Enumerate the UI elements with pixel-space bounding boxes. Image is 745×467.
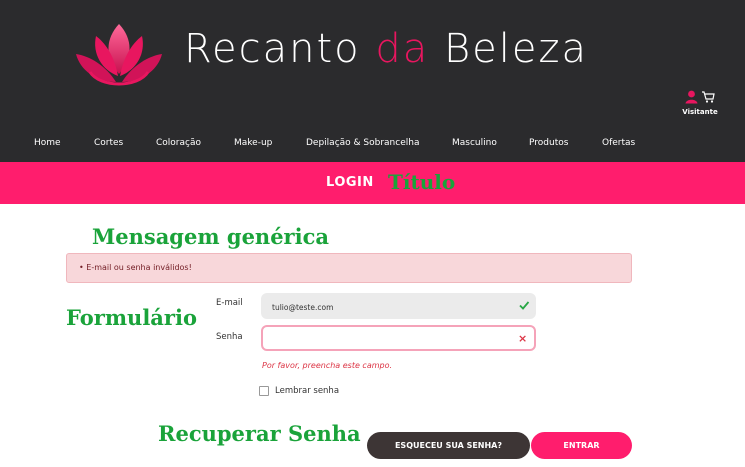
password-error: Por favor, preencha este campo. bbox=[262, 361, 393, 370]
page-title: LOGIN bbox=[326, 175, 374, 190]
site-header: Recanto da Beleza Visitante Home Cortes … bbox=[0, 0, 745, 162]
user-menu[interactable]: Visitante bbox=[676, 90, 724, 122]
remember-label[interactable]: Lembrar senha bbox=[275, 386, 339, 396]
user-icon[interactable] bbox=[685, 90, 698, 104]
nav-item-coloracao[interactable]: Coloração bbox=[156, 138, 201, 148]
login-button[interactable]: ENTRAR bbox=[531, 432, 632, 459]
brand-part-3: Beleza bbox=[429, 26, 588, 72]
email-label: E-mail bbox=[216, 298, 243, 308]
remember-checkbox[interactable] bbox=[259, 386, 269, 396]
email-value: tulio@teste.com bbox=[272, 303, 334, 312]
brand-part-1: Recanto bbox=[184, 26, 376, 72]
lotus-logo-icon[interactable] bbox=[74, 18, 164, 94]
alert-message: • E-mail ou senha inválidos! bbox=[79, 263, 192, 272]
email-field[interactable]: tulio@teste.com bbox=[261, 293, 536, 319]
nav-item-make-up[interactable]: Make-up bbox=[234, 138, 272, 148]
error-x-icon: × bbox=[518, 332, 528, 345]
forgot-password-button[interactable]: ESQUECEU SUA SENHA? bbox=[367, 432, 530, 459]
nav-item-produtos[interactable]: Produtos bbox=[529, 138, 568, 148]
nav-item-depilacao[interactable]: Depilação & Sobrancelha bbox=[306, 138, 419, 148]
annotation-title: Título bbox=[388, 170, 456, 194]
cart-icon[interactable] bbox=[701, 90, 715, 104]
nav-item-ofertas[interactable]: Ofertas bbox=[602, 138, 635, 148]
annotation-message: Mensagem genérica bbox=[92, 224, 329, 249]
password-field[interactable] bbox=[261, 325, 536, 351]
error-alert: • E-mail ou senha inválidos! bbox=[66, 253, 632, 283]
nav-item-home[interactable]: Home bbox=[34, 138, 61, 148]
user-label: Visitante bbox=[682, 108, 718, 116]
nav-item-masculino[interactable]: Masculino bbox=[452, 138, 497, 148]
check-icon bbox=[519, 301, 530, 310]
brand-part-2: da bbox=[375, 26, 430, 72]
password-label: Senha bbox=[216, 332, 243, 342]
main-nav: Home Cortes Coloração Make-up Depilação … bbox=[0, 138, 745, 154]
nav-item-cortes[interactable]: Cortes bbox=[94, 138, 123, 148]
annotation-form: Formulário bbox=[66, 305, 197, 330]
page-title-band: LOGIN Título bbox=[0, 162, 745, 204]
brand-name[interactable]: Recanto da Beleza bbox=[184, 26, 588, 72]
annotation-recover: Recuperar Senha bbox=[158, 421, 361, 446]
